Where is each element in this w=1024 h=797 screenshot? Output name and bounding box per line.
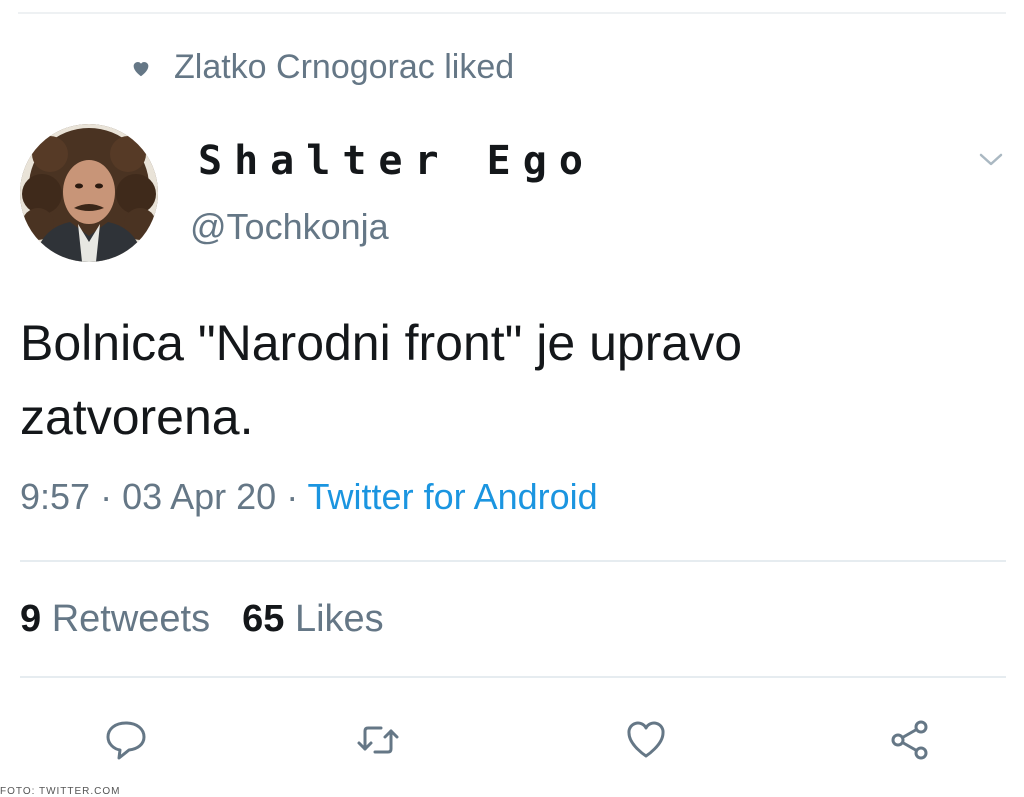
photo-credit: FOTO: TWITTER.COM <box>0 786 121 797</box>
tweet-date: 03 Apr 20 <box>122 476 277 517</box>
retweets-label: Retweets <box>51 598 211 640</box>
retweets-count: 9 <box>20 598 42 640</box>
tweet-actions <box>0 710 1024 770</box>
share-icon <box>891 720 928 760</box>
retweet-button[interactable] <box>348 710 408 770</box>
likes-label: Likes <box>294 598 384 640</box>
top-divider <box>18 12 1006 14</box>
reply-button[interactable] <box>96 710 156 770</box>
reply-icon <box>106 721 146 760</box>
meta-separator: · <box>90 476 123 517</box>
author-handle[interactable]: @Tochkonja <box>190 206 389 248</box>
tweet-time: 9:57 <box>20 476 91 517</box>
author-display-name[interactable]: Shalter Ego <box>198 138 595 184</box>
divider <box>20 676 1006 678</box>
share-button[interactable] <box>880 710 940 770</box>
tweet-meta: 9:57 · 03 Apr 20 · Twitter for Android <box>20 476 598 518</box>
like-heart-icon <box>627 721 665 758</box>
heart-icon <box>133 61 149 76</box>
social-context-text: Zlatko Crnogorac liked <box>174 48 515 86</box>
retweet-icon <box>357 726 399 754</box>
retweets-stat[interactable]: 9 Retweets <box>20 598 210 641</box>
tweet-source-link[interactable]: Twitter for Android <box>308 476 598 517</box>
likes-stat[interactable]: 65 Likes <box>242 598 384 641</box>
like-button[interactable] <box>616 710 676 770</box>
social-context: Zlatko Crnogorac liked <box>130 48 514 87</box>
tweet-text: Bolnica "Narodni front" je upravo zatvor… <box>20 315 742 445</box>
chevron-down-icon[interactable] <box>976 150 1006 170</box>
avatar[interactable] <box>20 124 158 262</box>
tweet-stats: 9 Retweets 65 Likes <box>20 598 384 641</box>
meta-separator: · <box>276 476 308 517</box>
divider <box>20 560 1006 562</box>
likes-count: 65 <box>242 598 285 640</box>
